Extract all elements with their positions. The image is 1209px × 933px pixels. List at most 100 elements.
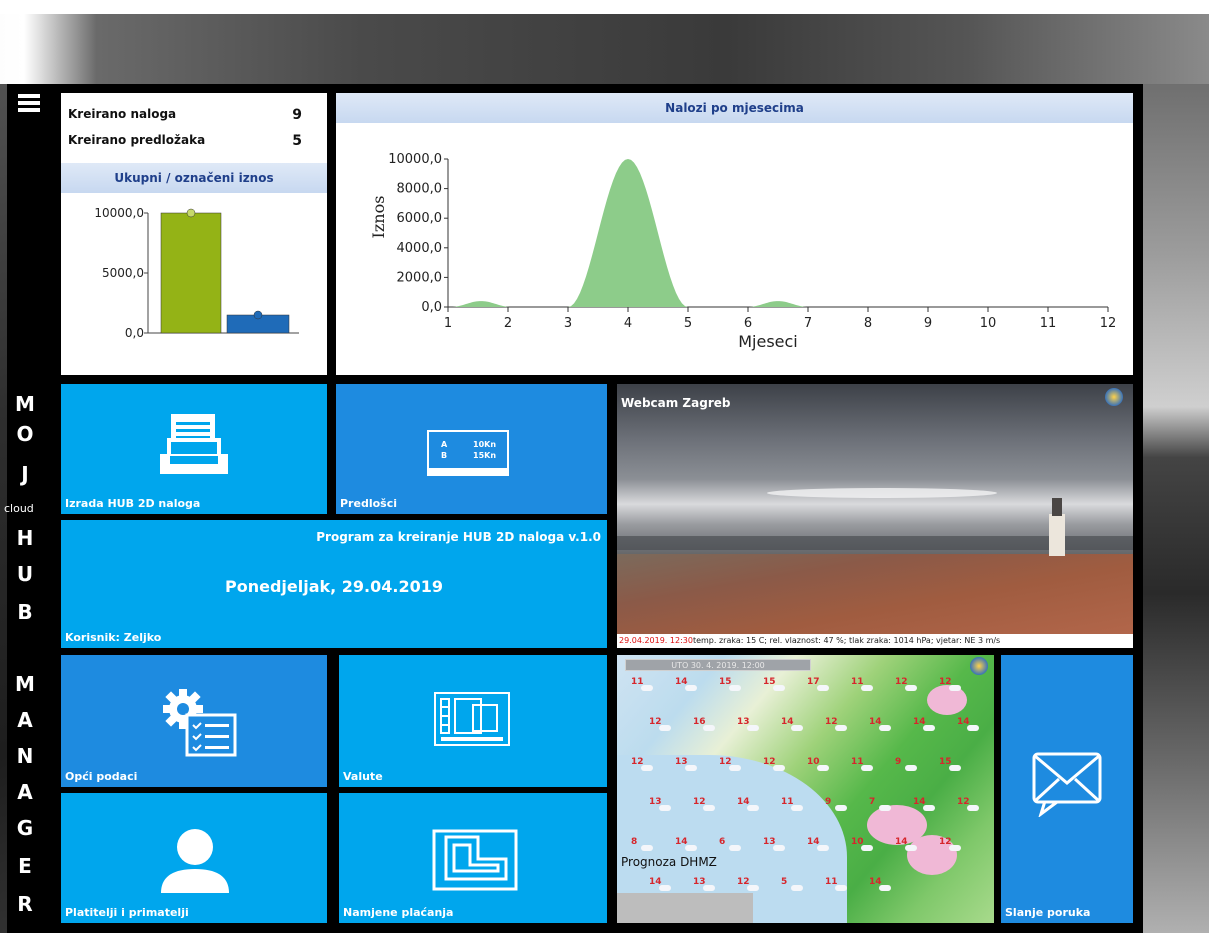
- cloud-icon: [729, 685, 741, 691]
- x-tick-label: 9: [924, 316, 932, 331]
- cloud-icon: [817, 685, 829, 691]
- x-tick-label: 7: [804, 316, 812, 331]
- x-tick-label: 3: [564, 316, 572, 331]
- cloud-icon: [659, 805, 671, 811]
- webcam-caption-date: 29.04.2019. 12:30: [619, 636, 693, 645]
- area-series: [748, 301, 808, 307]
- section-title: Ukupni / označeni iznos: [61, 163, 327, 193]
- background-top: [0, 0, 1209, 84]
- sidebar: M O J cloud H U B M A N A G E R: [4, 84, 55, 933]
- cloud-icon: [967, 805, 979, 811]
- y-tick-label: 5000,0: [102, 266, 144, 280]
- area-series: [451, 301, 511, 307]
- cloud-icon: [659, 885, 671, 891]
- x-tick-label: 6: [744, 316, 752, 331]
- slanje-tile[interactable]: Slanje poruka: [1001, 655, 1133, 923]
- namjene-tile[interactable]: Namjene plaćanja: [339, 793, 607, 923]
- cloud-icon: [703, 885, 715, 891]
- y-tick-label: 8000,0: [397, 182, 443, 197]
- brand-letter: J: [21, 462, 29, 486]
- predlosci-tile[interactable]: A 10Kn B 15Kn Predlošci: [336, 384, 607, 514]
- brand-letter: A: [17, 708, 33, 732]
- brand-letter: G: [16, 816, 34, 840]
- x-tick-label: 12: [1100, 316, 1117, 331]
- cloud-icon: [879, 805, 891, 811]
- y-tick-label: 6000,0: [397, 211, 443, 226]
- settings-list-icon: [163, 689, 237, 757]
- map-legend: [617, 893, 753, 923]
- izrada-tile[interactable]: Izrada HUB 2D naloga: [61, 384, 327, 514]
- bar-marker: [253, 310, 263, 320]
- x-tick-label: 11: [1040, 316, 1057, 331]
- cloud-icon: [817, 845, 829, 851]
- brand-letter: R: [17, 892, 33, 916]
- summary-box: Kreirano naloga 9 Kreirano predložaka 5 …: [61, 93, 327, 375]
- cloud-icon: [685, 765, 697, 771]
- forecast-map[interactable]: UTO 30. 4. 2019. 12:00 11 14 15 15 17 11 12 12 1…: [617, 655, 994, 923]
- forecast-temp: 9: [895, 757, 902, 767]
- summary-label: Kreirano predložaka: [68, 133, 206, 147]
- amount-bar-chart: 0,0 5000,0 10000,0: [94, 206, 299, 340]
- currency-table-icon: [434, 692, 510, 746]
- y-tick-label: 0,0: [125, 326, 144, 340]
- brand-letter: B: [17, 600, 33, 624]
- cloud-icon: [817, 765, 829, 771]
- cloud-icon: [861, 845, 873, 851]
- valute-tile[interactable]: Valute: [339, 655, 607, 787]
- info-tile: Program za kreiranje HUB 2D naloga v.1.0…: [61, 520, 607, 648]
- bar: [160, 212, 222, 334]
- tile-label: Predlošci: [340, 497, 397, 510]
- cloud-icon: [729, 765, 741, 771]
- forecast-date: UTO 30. 4. 2019. 12:00: [625, 659, 811, 671]
- cloud-icon: [773, 845, 785, 851]
- cloud-icon: [835, 885, 847, 891]
- opci-tile[interactable]: Opći podaci: [61, 655, 327, 787]
- cloud-icon: [923, 725, 935, 731]
- cloud-icon: [879, 885, 891, 891]
- x-tick-label: 4: [624, 316, 632, 331]
- y-tick-label: 0,0: [421, 300, 442, 315]
- cloud-icon: [879, 725, 891, 731]
- template-a-value: 10Kn: [473, 440, 497, 449]
- dhmz-logo-icon: [970, 657, 988, 675]
- x-axis-label: Mjeseci: [738, 332, 798, 351]
- cloud-icon: [835, 725, 847, 731]
- platitelji-tile[interactable]: Platitelji i primatelji: [61, 793, 327, 923]
- template-icon: A 10Kn B 15Kn: [427, 430, 509, 476]
- cloud-icon: [949, 765, 961, 771]
- x-tick-label: 1: [444, 316, 452, 331]
- template-b-value: 15Kn: [473, 451, 497, 460]
- background-right: [1143, 84, 1209, 933]
- cloud-icon: [685, 845, 697, 851]
- bar-marker: [186, 208, 196, 218]
- x-tick-label: 2: [504, 316, 512, 331]
- cloud-icon: [967, 725, 979, 731]
- cloud-icon: [641, 765, 653, 771]
- mail-icon: [1032, 752, 1102, 817]
- webcam-title: Webcam Zagreb: [621, 396, 731, 410]
- tile-label: Izrada HUB 2D naloga: [65, 497, 201, 510]
- cloud-icon: [791, 805, 803, 811]
- cloud-icon: [949, 685, 961, 691]
- cloud-icon: [773, 765, 785, 771]
- cloud-icon: [835, 805, 847, 811]
- cloud-icon: [747, 725, 759, 731]
- brand-letter: M: [15, 672, 35, 696]
- person-icon: [161, 829, 229, 893]
- monthly-chart-box: Nalozi po mjesecima 1 2 3 4 5 6 7 8 9 10 11 12 0,0 20…: [336, 93, 1133, 375]
- current-date: Ponedjeljak, 29.04.2019: [224, 577, 444, 596]
- layout-icon: [432, 829, 518, 891]
- cloud-icon: [773, 685, 785, 691]
- cloud-icon: [703, 805, 715, 811]
- logo-icon: [1105, 388, 1123, 406]
- menu-icon[interactable]: [18, 94, 40, 112]
- brand-cloud: cloud: [4, 502, 34, 515]
- y-tick-label: 10000,0: [94, 206, 144, 220]
- forecast-temp: 6: [719, 837, 726, 847]
- tile-label: Opći podaci: [65, 770, 138, 783]
- y-axis-label: Iznos: [369, 196, 388, 239]
- webcam-tile[interactable]: Webcam Zagreb 29.04.2019. 12:30temp. zra…: [617, 384, 1133, 648]
- summary-label: Kreirano naloga: [68, 107, 177, 121]
- user-label: Korisnik: Zeljko: [65, 631, 162, 644]
- tile-label: Namjene plaćanja: [343, 906, 454, 919]
